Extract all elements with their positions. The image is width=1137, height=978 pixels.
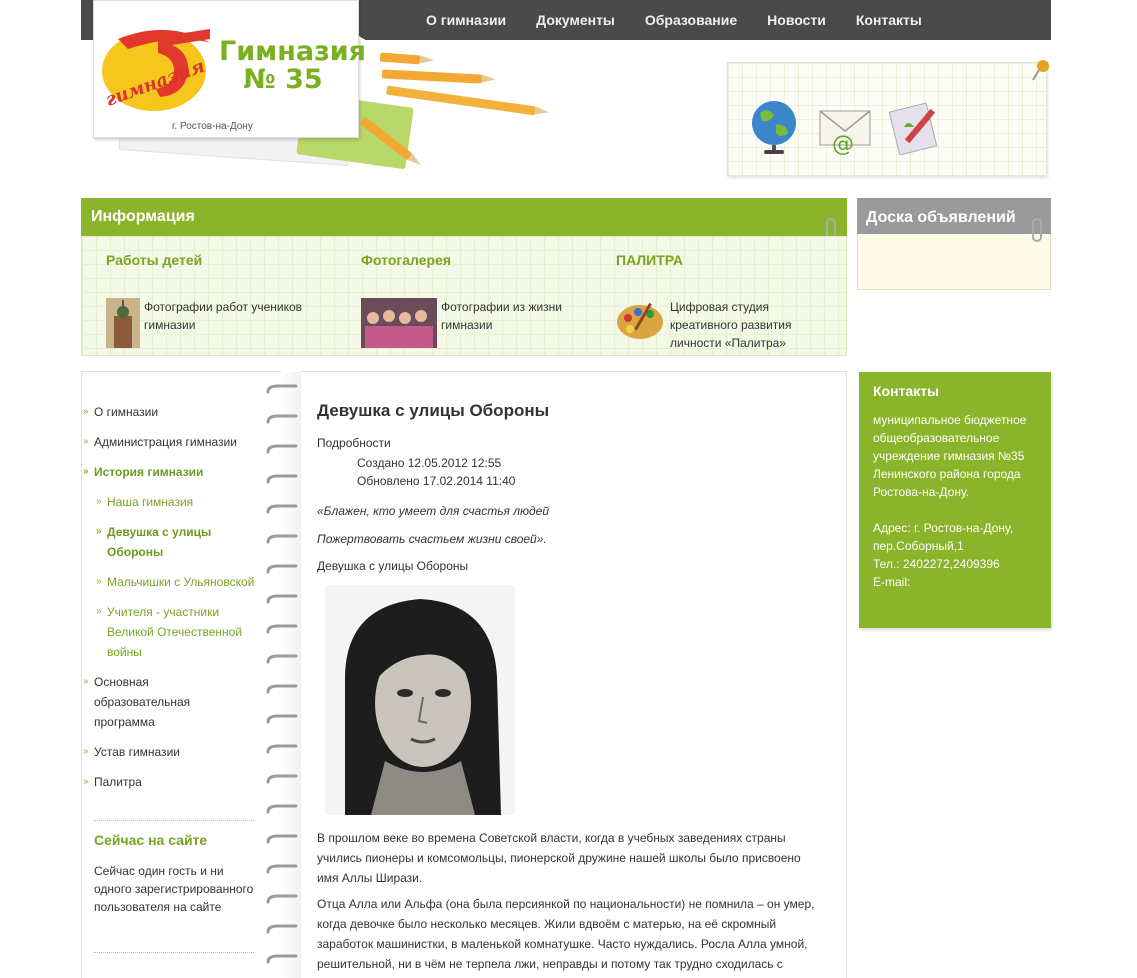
board-header: Доска объявлений	[857, 198, 1051, 234]
spiral-ring	[266, 804, 298, 814]
menu-item-charter[interactable]: Устав гимназии	[83, 742, 264, 762]
spiral-ring	[266, 864, 298, 874]
menu-item-war-teachers[interactable]: Учителя - участники Великой Отечественно…	[96, 602, 247, 662]
info-link-palette[interactable]: ПАЛИТРА	[616, 252, 846, 268]
article-paragraph-2: Отца Алла или Альфа (она была персиянкой…	[317, 897, 815, 978]
contacts-email: E-mail:	[873, 575, 911, 589]
portrait-photo	[325, 585, 515, 815]
svg-text:@: @	[832, 132, 854, 155]
contacts-org: муниципальное бюджетное общеобразователь…	[873, 413, 1027, 499]
nav-news[interactable]: Новости	[767, 12, 826, 28]
spiral-ring	[266, 414, 298, 424]
nav-documents[interactable]: Документы	[536, 12, 615, 28]
spiral-ring	[266, 894, 298, 904]
globe-icon[interactable]	[746, 97, 804, 155]
pencil-decoration	[379, 52, 421, 65]
spiral-ring	[266, 834, 298, 844]
divider	[94, 820, 254, 821]
group-photo-thumbnail[interactable]	[361, 298, 437, 348]
menu-item-our-gymnasium[interactable]: Наша гимназия	[96, 492, 264, 512]
contacts-panel: Контакты муниципальное бюджетное общеобр…	[859, 372, 1051, 628]
binder-ring	[1032, 218, 1042, 242]
info-link-gallery[interactable]: Фотогалерея	[361, 252, 591, 268]
spiral-ring	[266, 384, 298, 394]
online-title: Сейчас на сайте	[94, 832, 208, 848]
spiral-ring	[266, 684, 298, 694]
nav-about[interactable]: О гимназии	[426, 12, 506, 28]
gymnasium-emblem-icon: гимназия	[102, 29, 210, 111]
menu-item-about[interactable]: О гимназии	[83, 402, 264, 422]
spiral-ring	[266, 594, 298, 604]
logo-title: Гимназия № 35	[219, 36, 367, 95]
spiral-ring	[266, 954, 298, 964]
menu-item-education-program[interactable]: Основная образовательная программа	[83, 672, 224, 732]
church-thumbnail[interactable]	[106, 298, 140, 348]
divider	[94, 952, 254, 953]
spiral-ring	[266, 774, 298, 784]
pencil-paper-icon[interactable]	[886, 97, 944, 155]
spiral-ring	[266, 534, 298, 544]
pencil-decoration	[381, 69, 483, 84]
contacts-title: Контакты	[873, 383, 940, 399]
pin-icon	[1032, 60, 1049, 81]
top-nav: О гимназии Документы Образование Новости…	[365, 0, 1051, 40]
logo-title-line2: № 35	[243, 64, 323, 95]
header-icons-card: @	[727, 62, 1047, 176]
spiral-ring	[266, 444, 298, 454]
sidebar: О гимназии Администрация гимназии Истори…	[81, 371, 281, 978]
article-title: Девушка с улицы Обороны	[317, 401, 550, 420]
info-column-palette: ПАЛИТРА Цифровая студия креативного разв…	[616, 252, 846, 350]
board-panel	[857, 234, 1051, 290]
info-link-kids-works[interactable]: Работы детей	[106, 252, 336, 268]
spiral-ring	[266, 504, 298, 514]
quote-line-2: Пожертвовать счастьем жизни своей».	[317, 532, 547, 546]
online-text: Сейчас один гость и ни одного зарегистри…	[94, 864, 254, 914]
info-title: Информация	[91, 208, 195, 225]
sidebar-menu: О гимназии Администрация гимназии Истори…	[83, 402, 264, 792]
quote-line-1: «Блажен, кто умеет для счастья людей	[317, 504, 550, 518]
created-date: Создано 12.05.2012 12:55	[357, 456, 502, 470]
info-text-gallery: Фотографии из жизни гимназии	[441, 300, 563, 332]
info-text-palette: Цифровая студия креативного развития лич…	[670, 300, 792, 350]
menu-item-boys-ulyanovskaya[interactable]: Мальчишки с Ульяновской	[96, 572, 264, 592]
logo-title-line1: Гимназия	[219, 36, 367, 67]
menu-item-history[interactable]: История гимназии	[83, 462, 264, 482]
contacts-address: Адрес: г. Ростов-на-Дону, пер.Соборный,1	[873, 521, 1014, 553]
info-column-gallery: Фотогалерея Фотографии из жизни гимназии	[361, 252, 591, 348]
photo-caption: Девушка с улицы Обороны	[317, 559, 469, 573]
spiral-ring	[266, 714, 298, 724]
logo-city: г. Ростов-на-Дону	[172, 121, 253, 132]
updated-date: Обновлено 17.02.2014 11:40	[357, 474, 516, 488]
details-label: Подробности	[317, 436, 391, 450]
notebook-spiral	[266, 384, 298, 964]
article: Девушка с улицы Обороны Подробности Созд…	[301, 371, 847, 978]
info-text-kids-works: Фотографии работ учеников гимназии	[144, 300, 303, 332]
article-paragraph-1: В прошлом веке во времена Советской влас…	[317, 831, 801, 885]
contacts-phone: Тел.: 2402272,2409396	[873, 557, 1000, 571]
spiral-ring	[266, 474, 298, 484]
menu-item-palette[interactable]: Палитра	[83, 772, 264, 792]
nav-education[interactable]: Образование	[645, 12, 737, 28]
spiral-ring	[266, 744, 298, 754]
nav-bar-left	[81, 0, 93, 40]
spiral-ring	[266, 564, 298, 574]
mail-icon[interactable]: @	[816, 97, 874, 155]
spiral-ring	[266, 654, 298, 664]
menu-item-administration[interactable]: Администрация гимназии	[83, 432, 264, 452]
spiral-ring	[266, 924, 298, 934]
spiral-ring	[266, 624, 298, 634]
site-logo[interactable]: гимназия Гимназия № 35 г. Ростов-на-Дону	[93, 0, 367, 138]
nav-contacts[interactable]: Контакты	[856, 12, 922, 28]
info-header: Информация	[81, 198, 847, 236]
menu-item-girl-from-oborony[interactable]: Девушка с улицы Обороны	[96, 522, 264, 562]
info-column-kids-works: Работы детей Фотографии работ учеников г…	[106, 252, 336, 348]
palette-icon[interactable]	[616, 298, 666, 342]
info-panel: Работы детей Фотографии работ учеников г…	[81, 236, 847, 356]
board-title: Доска объявлений	[866, 209, 1016, 226]
